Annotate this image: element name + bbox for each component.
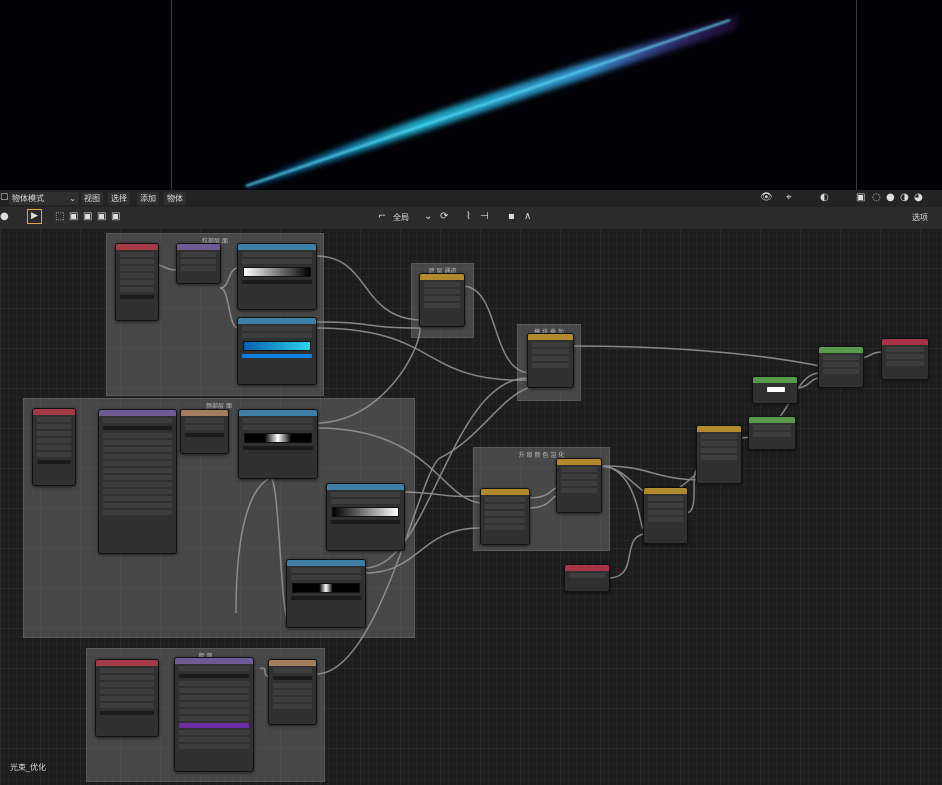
node-mix-2[interactable] — [527, 333, 574, 388]
mode-label: 物体模式 — [12, 194, 44, 203]
select-extend-icon[interactable]: ▣ — [83, 210, 92, 223]
node-type-icon[interactable]: ● — [0, 210, 9, 223]
overlay-icon[interactable]: ◐ — [820, 191, 829, 204]
shading-material-icon[interactable]: ◑ — [900, 191, 909, 204]
node-color-ramp-2[interactable] — [237, 317, 317, 385]
mode-dropdown[interactable]: 物体模式 ⌄ — [9, 192, 79, 205]
snap-increment-icon[interactable]: ⊣ — [480, 210, 489, 223]
node-emission[interactable] — [748, 416, 796, 450]
orientation-icon[interactable]: ⟳ — [440, 210, 448, 223]
node-texture-coordinate-3[interactable] — [95, 659, 159, 737]
proportional-icon[interactable]: ▪ — [508, 210, 515, 223]
node-noise-texture[interactable] — [268, 659, 317, 725]
node-mix-3[interactable] — [556, 458, 602, 513]
node-separate-xyz[interactable] — [176, 243, 221, 284]
node-color-ramp-4[interactable] — [326, 483, 405, 551]
node-mix-4[interactable] — [643, 487, 688, 544]
node-texture-coordinate[interactable] — [115, 243, 159, 321]
menu-select[interactable]: 选择 — [108, 192, 130, 205]
select-cursor-icon[interactable]: ▶ — [27, 209, 42, 224]
gizmo-icon[interactable]: ⌖ — [786, 191, 792, 204]
node-rgb[interactable] — [752, 376, 798, 404]
transform-pivot-icon[interactable]: ⌐ — [378, 210, 386, 223]
light-beam — [245, 14, 740, 188]
select-box-icon[interactable]: ⬚ — [55, 210, 64, 223]
menu-add[interactable]: 添加 — [137, 192, 159, 205]
snap-icon[interactable]: ⌇ — [466, 210, 471, 223]
editor-type-icon[interactable]: ▢ — [0, 191, 9, 204]
node-editor-toolbar — [0, 207, 942, 228]
node-mix-shader[interactable] — [818, 346, 864, 388]
node-mix-1[interactable] — [419, 273, 465, 327]
chevron-down-icon[interactable]: ⌄ — [424, 210, 432, 223]
select-invert-icon[interactable]: ▣ — [111, 210, 120, 223]
node-brightness-contrast[interactable] — [480, 488, 530, 545]
visibility-icon[interactable]: 👁 — [760, 191, 773, 204]
xray-icon[interactable]: ▣ — [856, 191, 865, 204]
shading-rendered-icon[interactable]: ◕ — [914, 191, 923, 204]
3d-viewport[interactable] — [0, 0, 942, 190]
node-color-ramp-5[interactable] — [286, 559, 366, 628]
node-texture-coordinate-2[interactable] — [32, 408, 76, 486]
node-color-ramp-3[interactable] — [238, 409, 318, 479]
node-mapping-2[interactable] — [174, 657, 254, 772]
node-value[interactable] — [564, 564, 610, 592]
select-subtract-icon[interactable]: ▣ — [97, 210, 106, 223]
chevron-down-icon: ⌄ — [69, 194, 76, 203]
node-mapping[interactable] — [98, 409, 177, 554]
shading-solid-icon[interactable]: ● — [886, 191, 895, 204]
options-button[interactable]: 选项 — [912, 212, 928, 223]
falloff-icon[interactable]: ∧ — [524, 210, 531, 223]
node-mix-5[interactable] — [696, 425, 742, 484]
select-new-icon[interactable]: ▣ — [69, 210, 78, 223]
material-name-label: 光束_优化 — [10, 763, 46, 772]
menu-view[interactable]: 视图 — [81, 192, 103, 205]
global-label[interactable]: 全局 — [393, 212, 409, 223]
menu-object[interactable]: 物体 — [164, 192, 186, 205]
node-gradient-texture[interactable] — [180, 409, 229, 454]
node-material-output[interactable] — [881, 338, 929, 380]
shading-wireframe-icon[interactable]: ◌ — [872, 191, 881, 204]
node-color-ramp-1[interactable] — [237, 243, 317, 310]
